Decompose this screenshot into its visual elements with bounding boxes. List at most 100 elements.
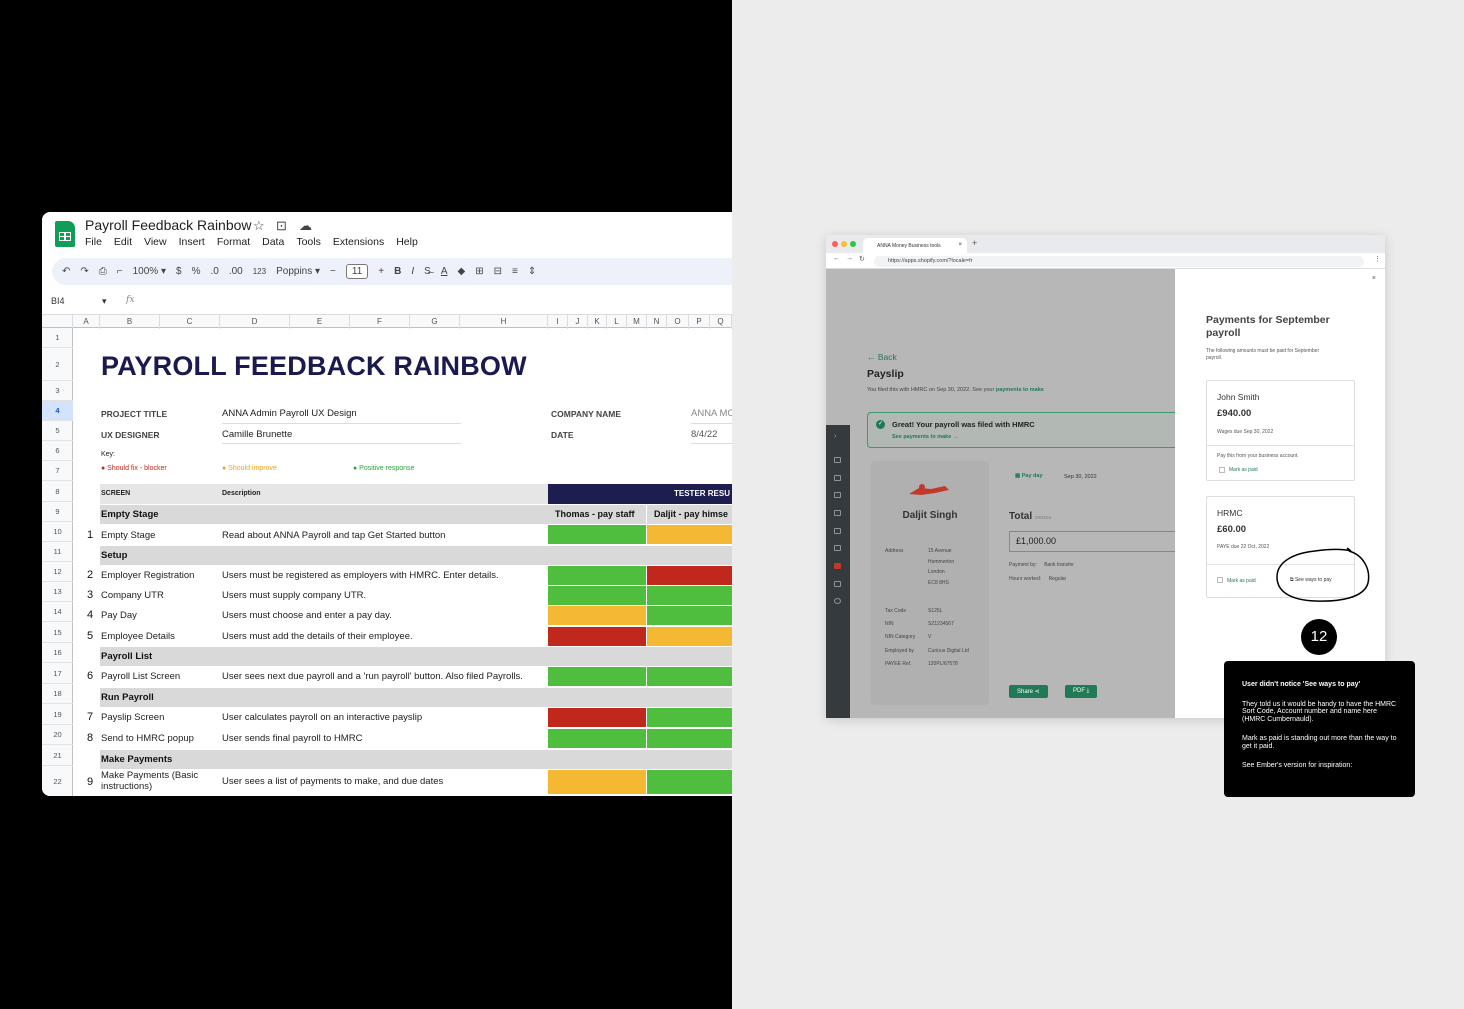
row-header[interactable]: 16 xyxy=(42,643,73,663)
see-payments-link[interactable]: See payments to make → xyxy=(892,434,958,440)
heat-cell-green[interactable] xyxy=(647,586,732,605)
item-screen: Company UTR xyxy=(101,590,164,601)
browser-window: ANNA Money Business tools × + ← → ↻ http… xyxy=(826,235,1385,718)
heat-cell-red[interactable] xyxy=(548,627,646,646)
payment-by: Payment by: Bank transfer xyxy=(1009,562,1074,568)
panel-title: Payments for September payroll xyxy=(1206,314,1330,339)
row-header[interactable]: 2 xyxy=(42,348,73,381)
section-row xyxy=(100,647,549,666)
heat-cell-green[interactable] xyxy=(548,525,646,544)
row-header[interactable]: 7 xyxy=(42,461,73,481)
mark-paid-checkbox[interactable] xyxy=(1217,577,1223,583)
payments-to-make-link[interactable]: payments to make xyxy=(996,387,1044,393)
home-icon[interactable] xyxy=(834,457,841,463)
section-row xyxy=(100,688,549,707)
row-header[interactable]: 17 xyxy=(42,663,73,684)
sheet-grid[interactable]: PAYROLL FEEDBACK RAINBOW PROJECT TITLE A… xyxy=(73,212,732,796)
back-arrow-icon[interactable]: ← xyxy=(833,255,840,262)
mark-as-paid-label[interactable]: Mark as paid xyxy=(1229,467,1258,473)
heat-cell-red[interactable] xyxy=(548,708,646,727)
receipts-icon[interactable] xyxy=(834,510,841,516)
row-header[interactable]: 4 xyxy=(42,401,73,421)
new-tab-icon[interactable]: + xyxy=(972,238,977,248)
close-icon[interactable]: × xyxy=(1372,275,1376,282)
payee-due: Wages due Sep 30, 2022 xyxy=(1217,429,1274,435)
row-header[interactable]: 21 xyxy=(42,745,73,766)
reload-icon[interactable]: ↻ xyxy=(859,255,865,263)
payroll-icon[interactable] xyxy=(834,563,841,569)
expand-icon[interactable]: › xyxy=(834,433,841,440)
url-field[interactable]: https://apps.shopify.com/?locale=fr xyxy=(874,256,1364,267)
sheets-logo-icon[interactable] xyxy=(55,221,75,247)
minimize-window-icon[interactable] xyxy=(841,241,847,247)
row-header[interactable]: 20 xyxy=(42,725,73,745)
tax-icon[interactable] xyxy=(834,581,841,587)
undo-icon[interactable]: ↶ xyxy=(62,266,70,277)
heat-cell-green[interactable] xyxy=(647,667,732,686)
row-header[interactable]: 1 xyxy=(42,328,73,348)
heat-cell-green[interactable] xyxy=(647,729,732,748)
maximize-window-icon[interactable] xyxy=(850,241,856,247)
row-header[interactable]: 6 xyxy=(42,441,73,461)
heat-cell-green[interactable] xyxy=(548,729,646,748)
heat-cell-yellow[interactable] xyxy=(647,627,732,646)
row-header[interactable]: 8 xyxy=(42,481,73,502)
description-header: Description xyxy=(222,490,261,497)
browser-tab[interactable]: ANNA Money Business tools × xyxy=(863,238,967,253)
row-header[interactable]: 9 xyxy=(42,502,73,522)
heat-cell-red[interactable] xyxy=(647,566,732,585)
date-label: DATE xyxy=(551,430,574,440)
section-row xyxy=(100,546,549,565)
row-header[interactable]: 5 xyxy=(42,421,73,441)
item-screen: Payroll List Screen xyxy=(101,671,181,682)
heat-cell-green[interactable] xyxy=(548,667,646,686)
address-line: London xyxy=(928,569,945,575)
heat-cell-green[interactable] xyxy=(647,708,732,727)
browser-menu-icon[interactable]: ⋮ xyxy=(1374,255,1381,263)
row-header[interactable]: 19 xyxy=(42,704,73,725)
select-all-corner[interactable] xyxy=(42,315,73,329)
tab-close-icon[interactable]: × xyxy=(958,242,962,248)
heat-cell-green[interactable] xyxy=(647,606,732,625)
documents-icon[interactable] xyxy=(834,492,841,498)
pdf-button[interactable]: PDF ⤓ xyxy=(1065,685,1098,698)
table-header-row xyxy=(100,484,549,504)
item-screen: Payslip Screen xyxy=(101,712,165,723)
forward-arrow-icon[interactable]: → xyxy=(846,255,853,262)
row-header[interactable]: 3 xyxy=(42,381,73,401)
date-value: 8/4/22 xyxy=(691,429,718,440)
row-header[interactable]: 18 xyxy=(42,684,73,704)
total-input[interactable]: £1,000.00 xyxy=(1009,531,1175,552)
close-window-icon[interactable] xyxy=(832,241,838,247)
heat-cell-green[interactable] xyxy=(647,770,732,794)
heat-cell-grey xyxy=(548,647,732,666)
section-row xyxy=(100,505,549,524)
item-description: User sends final payroll to HMRC xyxy=(222,733,363,744)
heat-cell-yellow[interactable] xyxy=(647,525,732,544)
heat-cell-yellow[interactable] xyxy=(548,770,646,794)
mark-paid-checkbox[interactable] xyxy=(1219,467,1225,473)
row-header[interactable]: 13 xyxy=(42,582,73,602)
help-icon[interactable] xyxy=(834,598,841,604)
invoices-icon[interactable] xyxy=(834,475,841,481)
calendar-icon[interactable] xyxy=(834,545,841,551)
payday-date: Sep 30, 2022 xyxy=(1064,474,1097,480)
row-header[interactable]: 15 xyxy=(42,622,73,643)
heat-cell-green[interactable] xyxy=(548,566,646,585)
back-link[interactable]: ← Back xyxy=(867,352,897,362)
item-number: 2 xyxy=(87,569,94,581)
address-label: Address xyxy=(885,548,904,554)
mark-as-paid-label[interactable]: Mark as paid xyxy=(1227,578,1256,584)
row-header[interactable]: 10 xyxy=(42,522,73,542)
row-header[interactable]: 12 xyxy=(42,562,73,582)
row-header[interactable]: 22 xyxy=(42,766,73,796)
item-screen: Pay Day xyxy=(101,610,137,621)
row-header[interactable]: 11 xyxy=(42,542,73,562)
panel-subtitle: The following amounts must be paid for S… xyxy=(1206,348,1320,361)
tags-icon[interactable] xyxy=(834,528,841,534)
item-description: Users must choose and enter a pay day. xyxy=(222,610,392,621)
heat-cell-yellow[interactable] xyxy=(548,606,646,625)
heat-cell-green[interactable] xyxy=(548,586,646,605)
row-header[interactable]: 14 xyxy=(42,602,73,622)
share-button[interactable]: Share ⋖ xyxy=(1009,685,1048,698)
